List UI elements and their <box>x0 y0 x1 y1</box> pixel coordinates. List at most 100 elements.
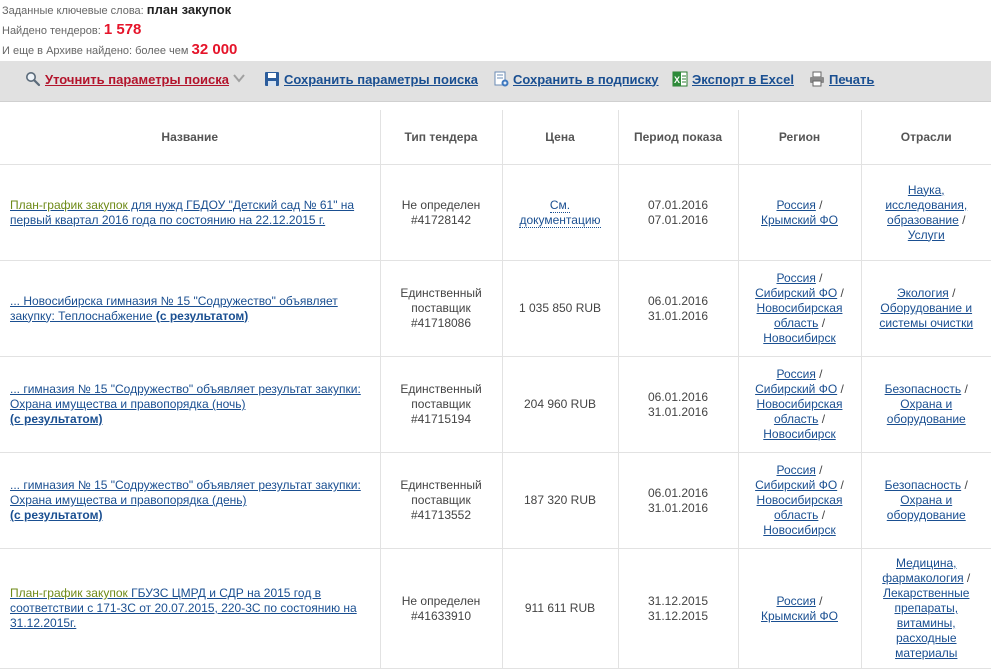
tender-type-cell: Единственный поставщик #41718086 <box>379 260 502 357</box>
region-link[interactable]: Новосибирск <box>763 523 835 537</box>
keywords-line: Заданные ключевые слова: план закупок <box>2 0 237 20</box>
period-end: 31.01.2016 <box>647 404 709 419</box>
archive-label: И еще в Архиве найдено: более чем <box>2 45 189 57</box>
tender-type-cell: Не определен #41728142 <box>379 164 502 261</box>
title-text: ... гимназия № 15 "Содружество" объявляе… <box>10 382 361 411</box>
with-result-label: (с результатом) <box>10 412 103 426</box>
industry-link[interactable]: Безопасность <box>885 478 962 492</box>
print-button[interactable]: Печать <box>809 61 874 97</box>
save-to-subscription-button[interactable]: Сохранить в подписку <box>493 61 659 97</box>
found-label: Найдено тендеров: <box>2 25 101 37</box>
region-link[interactable]: Крымский ФО <box>761 213 838 227</box>
column-header-period: Период показа <box>617 110 738 165</box>
title-highlight: План-график закупок <box>10 197 128 212</box>
found-count: 1 578 <box>103 21 142 38</box>
industries-cell: Наука, исследования, образование / Услуг… <box>860 164 991 261</box>
table-header-row: Название Тип тендера Цена Период показа … <box>0 110 991 165</box>
table-row: ... гимназия № 15 "Содружество" объявляе… <box>0 356 991 453</box>
refine-search-button[interactable]: Уточнить параметры поиска <box>25 61 245 97</box>
with-result-label: (с результатом) <box>155 308 249 323</box>
region-link[interactable]: Сибирский ФО <box>755 478 837 492</box>
column-header-industries: Отрасли <box>860 110 991 165</box>
region-link[interactable]: Россия <box>776 198 815 212</box>
industry-link[interactable]: Услуги <box>908 228 945 242</box>
region-link[interactable]: Россия <box>776 367 815 381</box>
industry-link[interactable]: Безопасность <box>885 382 962 396</box>
region-link[interactable]: Россия <box>776 463 815 477</box>
tender-title-link[interactable]: План-график закупок ГБУЗС ЦМРД и СДР на … <box>10 586 357 630</box>
search-summary: Заданные ключевые слова: план закупок На… <box>2 0 237 60</box>
tender-type: Единственный поставщик <box>400 478 482 507</box>
tender-id: #41633910 <box>410 608 472 623</box>
tender-type-cell: Не определен #41633910 <box>379 548 502 669</box>
tender-title-link[interactable]: План-график закупок для нужд ГБДОУ "Детс… <box>10 198 354 227</box>
tender-type-cell: Единственный поставщик #41715194 <box>379 356 502 453</box>
export-excel-label: Экспорт в Excel <box>692 71 794 87</box>
archive-count: 32 000 <box>191 41 238 58</box>
price-see-docs-link[interactable]: См. документацию <box>519 197 601 228</box>
tender-type-cell: Единственный поставщик #41713552 <box>379 452 502 549</box>
region-link[interactable]: Сибирский ФО <box>755 286 837 300</box>
save-search-params-label: Сохранить параметры поиска <box>284 71 478 87</box>
period-end: 31.01.2016 <box>647 308 709 323</box>
tender-title-cell: План-график закупок ГБУЗС ЦМРД и СДР на … <box>0 548 380 669</box>
region-link[interactable]: Новосибирская область <box>757 493 843 522</box>
industry-link[interactable]: Наука, исследования, образование <box>885 183 967 227</box>
keywords-label: Заданные ключевые слова: <box>2 5 144 17</box>
price-cell: 204 960 RUB <box>501 356 618 453</box>
table-row: ... Новосибирска гимназия № 15 "Содружес… <box>0 260 991 357</box>
toolbar: Уточнить параметры поиска Сохранить пара… <box>0 61 991 102</box>
region-link[interactable]: Новосибирская область <box>757 397 843 426</box>
industry-link[interactable]: Охрана и оборудование <box>887 493 966 522</box>
tender-id: #41715194 <box>410 412 472 426</box>
found-line: Найдено тендеров: 1 578 <box>2 20 237 40</box>
region-link[interactable]: Новосибирск <box>763 427 835 441</box>
industry-link[interactable]: Лекарственные препараты, витамины, расхо… <box>883 586 969 660</box>
print-label: Печать <box>829 71 875 87</box>
period-cell: 06.01.2016 31.01.2016 <box>617 260 738 357</box>
region-link[interactable]: Новосибирская область <box>757 301 843 330</box>
excel-icon: X <box>672 71 688 87</box>
column-header-region: Регион <box>737 110 861 165</box>
region-link[interactable]: Новосибирск <box>763 331 835 345</box>
tender-type: Не определен <box>401 197 481 212</box>
tender-title-link[interactable]: ... гимназия № 15 "Содружество" объявляе… <box>10 382 361 426</box>
tender-id: #41713552 <box>410 508 472 522</box>
keywords-value: план закупок <box>146 2 232 17</box>
industry-link[interactable]: Медицина, фармакология <box>882 556 963 585</box>
industry-link[interactable]: Экология <box>897 286 949 300</box>
period-start: 06.01.2016 <box>647 389 709 404</box>
tender-title-link[interactable]: ... гимназия № 15 "Содружество" объявляе… <box>10 478 361 522</box>
save-disk-icon <box>264 71 280 87</box>
tender-id: #41728142 <box>410 212 472 227</box>
title-text: ... гимназия № 15 "Содружество" объявляе… <box>10 478 361 507</box>
tender-type: Единственный поставщик <box>400 286 482 315</box>
subscription-icon <box>493 71 509 87</box>
table-row: План-график закупок для нужд ГБДОУ "Детс… <box>0 164 991 261</box>
archive-line: И еще в Архиве найдено: более чем 32 000 <box>2 40 237 60</box>
region-link[interactable]: Россия <box>776 594 815 608</box>
tender-title-link[interactable]: ... Новосибирска гимназия № 15 "Содружес… <box>10 294 338 323</box>
industry-link[interactable]: Охрана и оборудование <box>887 397 966 426</box>
table-row: ... гимназия № 15 "Содружество" объявляе… <box>0 452 991 549</box>
price-cell: 187 320 RUB <box>501 452 618 549</box>
export-excel-button[interactable]: X Экспорт в Excel <box>672 61 794 97</box>
region-link[interactable]: Россия <box>776 271 815 285</box>
region-link[interactable]: Крымский ФО <box>761 609 838 623</box>
region-link[interactable]: Сибирский ФО <box>755 382 837 396</box>
chevron-down-icon <box>233 73 245 86</box>
refine-search-label: Уточнить параметры поиска <box>45 71 229 87</box>
with-result-label: (с результатом) <box>10 508 103 522</box>
industries-cell: Медицина, фармакология / Лекарственные п… <box>860 548 991 669</box>
price-cell: 911 611 RUB <box>501 548 618 669</box>
period-cell: 31.12.2015 31.12.2015 <box>617 548 738 669</box>
save-search-params-button[interactable]: Сохранить параметры поиска <box>264 61 478 97</box>
tender-title-cell: ... гимназия № 15 "Содружество" объявляе… <box>0 356 380 453</box>
region-cell: Россия / Сибирский ФО / Новосибирская об… <box>737 452 861 549</box>
tenders-table: Название Тип тендера Цена Период показа … <box>0 110 991 669</box>
printer-icon <box>809 71 825 87</box>
period-cell: 06.01.2016 31.01.2016 <box>617 452 738 549</box>
column-header-name: Название <box>0 110 380 165</box>
svg-text:X: X <box>674 75 680 85</box>
industry-link[interactable]: Оборудование и системы очистки <box>879 301 973 330</box>
